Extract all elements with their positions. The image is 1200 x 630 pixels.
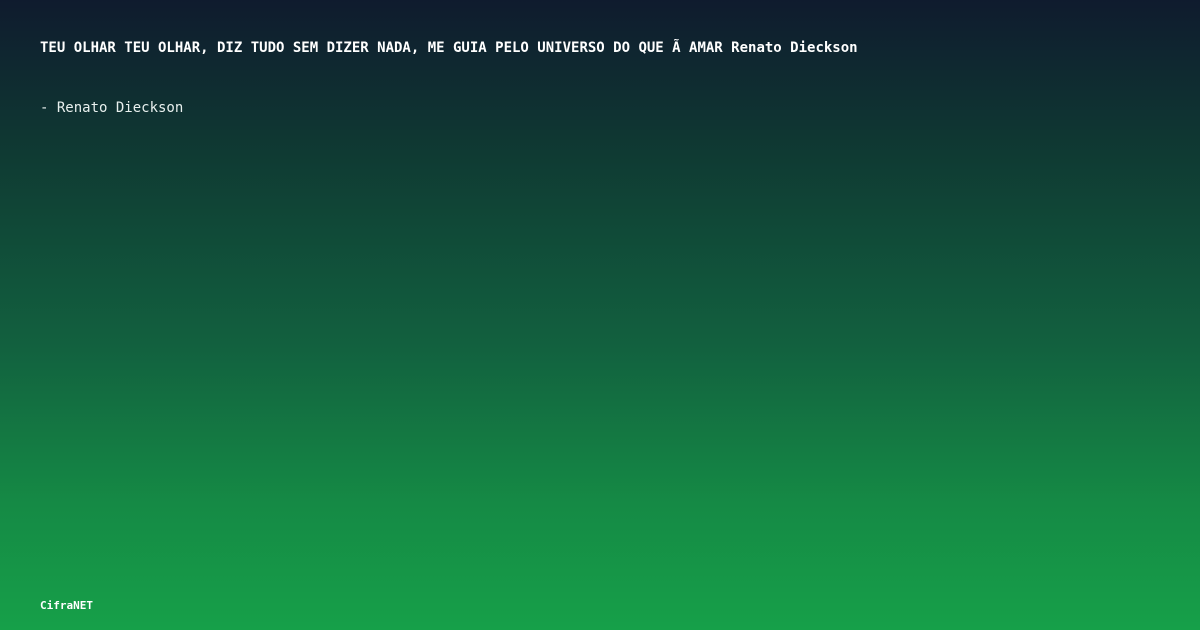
quote-card: TEU OLHAR TEU OLHAR, DIZ TUDO SEM DIZER … xyxy=(0,0,1200,630)
quote-author: - Renato Dieckson xyxy=(40,100,184,116)
quote-text: TEU OLHAR TEU OLHAR, DIZ TUDO SEM DIZER … xyxy=(40,40,858,56)
brand-logo-text: CifraNET xyxy=(40,599,93,612)
